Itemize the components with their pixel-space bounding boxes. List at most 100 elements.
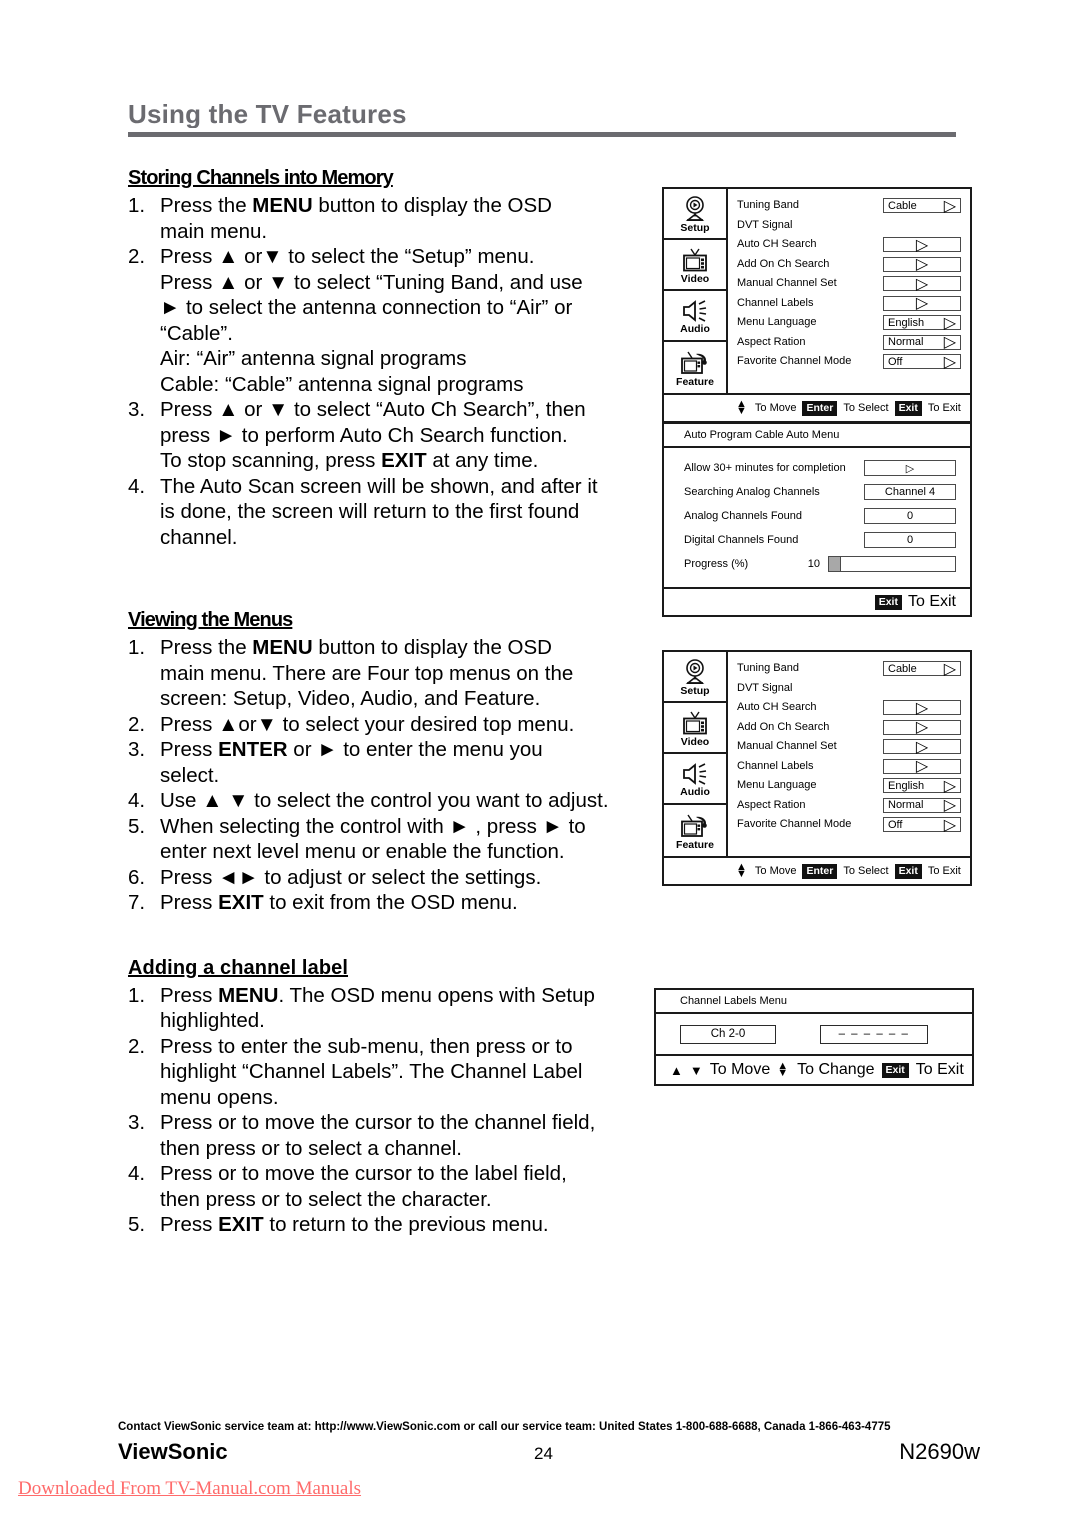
row-value-field[interactable]: ▷ <box>883 719 961 736</box>
chevron-right-icon: ▷ <box>905 462 915 475</box>
step-text: Press the MENU button to display the OSD… <box>160 193 640 244</box>
step-number: 5. <box>128 1213 146 1236</box>
footer-to-exit-label: To Exit <box>915 1061 964 1078</box>
osd-row-favorite-channel-mode[interactable]: Favorite Channel Mode Off ▷ <box>737 815 961 834</box>
auto-program-row-analog-found: Analog Channels Found 0 <box>684 505 956 527</box>
channel-field[interactable]: Ch 2-0 <box>680 1024 776 1044</box>
row-label: Searching Analog Channels <box>684 486 820 498</box>
step-number: 1. <box>128 636 146 659</box>
row-label: Digital Channels Found <box>684 534 799 546</box>
row-value-field[interactable]: ▷ <box>864 460 956 476</box>
osd-row-add-on-ch-search[interactable]: Add On Ch Search ▷ <box>737 255 961 274</box>
step-text-part: Cable: “Cable” antenna signal programs <box>160 372 524 396</box>
auto-program-row-allow-time[interactable]: Allow 30+ minutes for completion ▷ <box>684 457 956 479</box>
osd-row-tuning-band[interactable]: Tuning Band Cable ▷ <box>737 659 961 678</box>
speaker-icon <box>680 299 710 323</box>
chevron-right-icon: ▷ <box>943 314 956 332</box>
row-value: 0 <box>906 534 914 546</box>
step-text: Use ▲ ▼ to select the control you want t… <box>160 789 609 812</box>
row-value-field: 0 <box>864 532 956 548</box>
osd-row-manual-channel-set[interactable]: Manual Channel Set ▷ <box>737 737 961 756</box>
exit-key-badge[interactable]: Exit <box>894 400 922 416</box>
sidebar-item-label: Video <box>680 735 710 748</box>
osd-row-channel-labels[interactable]: Channel Labels ▷ <box>737 294 961 313</box>
osd-row-aspect-ration[interactable]: Aspect Ration Normal ▷ <box>737 333 961 352</box>
sidebar-item-feature: Feature <box>664 342 726 393</box>
sidebar-item-audio: Audio <box>664 754 726 805</box>
osd-row-aspect-ration[interactable]: Aspect Ration Normal ▷ <box>737 796 961 815</box>
step-text-part: button to display the OSD <box>312 636 552 659</box>
osd-row-auto-ch-search[interactable]: Auto CH Search ▷ <box>737 698 961 717</box>
enter-key-badge[interactable]: Enter <box>802 863 838 879</box>
auto-program-rows: Allow 30+ minutes for completion ▷ Searc… <box>664 448 970 587</box>
exit-key-badge[interactable]: Exit <box>874 594 902 610</box>
osd-setup-menu-diagram-2: Setup Video Audio Feature Tuning Band Ca… <box>662 650 972 886</box>
step-text-part: Press <box>160 983 219 1007</box>
row-value-field[interactable]: Cable ▷ <box>883 661 961 678</box>
list-item: 6. Press ◄► to adjust or select the sett… <box>128 865 640 891</box>
osd-row-dvt-signal[interactable]: DVT Signal <box>737 679 961 698</box>
row-label: Tuning Band <box>737 199 799 211</box>
section-title-storing-channels: Storing Channels into Memory <box>128 167 394 189</box>
osd-row-manual-channel-set[interactable]: Manual Channel Set ▷ <box>737 274 961 293</box>
osd-row-menu-language[interactable]: Menu Language English ▷ <box>737 313 961 332</box>
row-value-field[interactable]: ▷ <box>883 295 961 312</box>
row-value-field[interactable]: Normal ▷ <box>883 334 961 351</box>
row-value-field[interactable]: Off ▷ <box>883 354 961 371</box>
row-value-field[interactable]: ▷ <box>883 256 961 273</box>
step-text: Press EXIT to exit from the OSD menu. <box>160 890 640 916</box>
row-label: Auto CH Search <box>737 701 817 713</box>
row-label: Add On Ch Search <box>737 257 830 270</box>
row-value-field[interactable]: Cable ▷ <box>883 198 961 215</box>
step-text: Press to enter the sub-menu, then press … <box>160 1034 640 1111</box>
row-value-field[interactable]: English ▷ <box>883 314 961 332</box>
row-value-field[interactable]: Normal ▷ <box>883 797 961 814</box>
row-value-field[interactable]: ▷ <box>883 237 961 254</box>
step-number: 4. <box>128 1162 146 1185</box>
osd-footer-bar: ▲ ▼ To Move Enter To Select Exit To Exit <box>664 393 970 421</box>
row-label: Add On Ch Search <box>737 720 830 733</box>
osd-row-favorite-channel-mode[interactable]: Favorite Channel Mode Off ▷ <box>737 352 961 371</box>
row-value-field[interactable]: ▷ <box>883 700 961 717</box>
step-text: When selecting the control with ► , pres… <box>160 814 640 865</box>
row-label: Menu Language <box>737 779 817 791</box>
download-watermark[interactable]: Downloaded From TV-Manual.com Manuals <box>18 1478 361 1500</box>
step-text-part: channel. <box>160 525 238 549</box>
row-label: Auto CH Search <box>737 238 817 250</box>
channel-labels-fields: Ch 2-0 – – – – – – <box>656 1014 972 1056</box>
label-field[interactable]: – – – – – – <box>820 1024 928 1044</box>
footer-to-exit-label: To Exit <box>927 865 961 877</box>
step-text-part: Press or to move the cursor to the label… <box>160 1162 567 1185</box>
step-number: 2. <box>128 245 146 268</box>
step-text: Press the MENU button to display the OSD… <box>160 635 640 712</box>
osd-row-auto-ch-search[interactable]: Auto CH Search ▷ <box>737 235 961 254</box>
enter-key-badge[interactable]: Enter <box>802 400 838 416</box>
row-value: Cable <box>888 199 917 212</box>
osd-row-channel-labels[interactable]: Channel Labels ▷ <box>737 757 961 776</box>
exit-key-badge[interactable]: Exit <box>881 1062 909 1078</box>
osd-row-menu-language[interactable]: Menu Language English ▷ <box>737 776 961 795</box>
row-value-field[interactable]: ▷ <box>883 758 961 775</box>
auto-program-title: Auto Program Cable Auto Menu <box>664 424 970 448</box>
osd-row-tuning-band[interactable]: Tuning Band Cable ▷ <box>737 196 961 215</box>
row-value: Cable <box>888 662 917 675</box>
row-label: Tuning Band <box>737 662 799 674</box>
row-value-field[interactable]: ▷ <box>883 276 961 293</box>
sidebar-item-label: Feature <box>676 838 714 851</box>
row-value-field: Channel 4 <box>864 484 956 500</box>
step-text-part: Press or to move the cursor to the chann… <box>160 1111 596 1134</box>
list-item: 1. Press the MENU button to display the … <box>128 635 640 712</box>
row-value: Off <box>888 818 903 831</box>
chevron-right-icon: ▷ <box>915 256 929 273</box>
key-menu: MENU <box>218 983 279 1007</box>
sidebar-item-setup: Setup <box>664 652 726 703</box>
step-text-part: To stop scanning, press <box>160 449 382 472</box>
osd-row-add-on-ch-search[interactable]: Add On Ch Search ▷ <box>737 718 961 737</box>
step-text-part: button to display the OSD <box>312 194 552 217</box>
exit-key-badge[interactable]: Exit <box>894 863 922 879</box>
key-exit: EXIT <box>218 1213 264 1236</box>
row-value-field[interactable]: English ▷ <box>883 778 961 795</box>
row-value-field[interactable]: ▷ <box>883 739 961 756</box>
row-value-field[interactable]: Off ▷ <box>883 817 961 834</box>
osd-row-dvt-signal[interactable]: DVT Signal <box>737 216 961 235</box>
